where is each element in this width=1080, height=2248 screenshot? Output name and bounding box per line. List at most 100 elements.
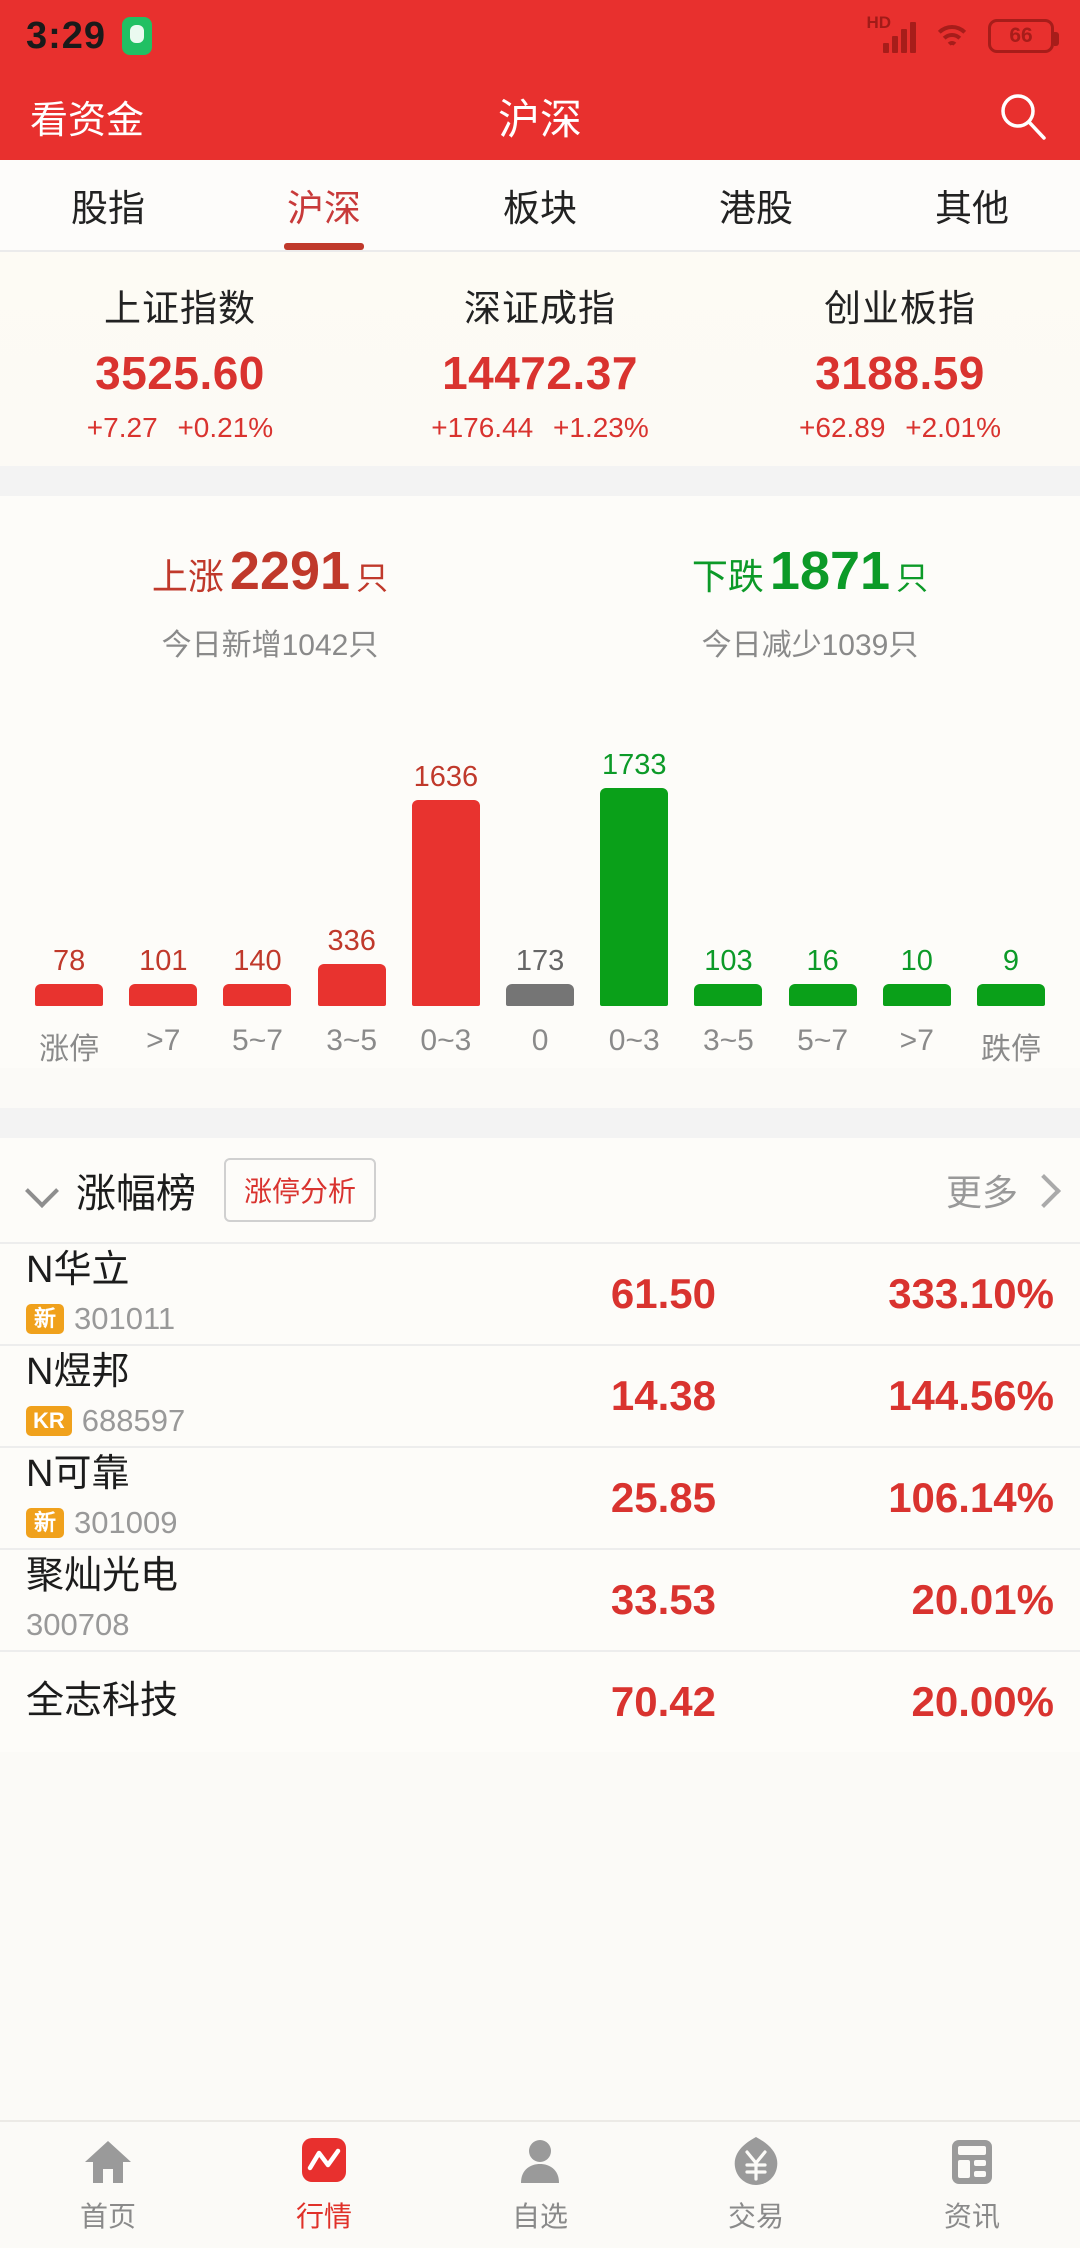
index-change: +62.89 +2.01% xyxy=(720,412,1080,444)
chart-x-label: >7 xyxy=(146,1024,181,1057)
wifi-icon xyxy=(932,21,972,53)
index-change-pct: +2.01% xyxy=(905,412,1001,443)
stock-row[interactable]: N可靠新 301009 25.85 106.14% xyxy=(0,1448,1080,1548)
nav-item-quotes[interactable]: 行情 xyxy=(216,2135,432,2235)
stock-row[interactable]: N煜邦 KR 688597 14.38 144.56% xyxy=(0,1346,1080,1446)
chart-x-label: 涨停 xyxy=(39,1033,100,1066)
home-icon xyxy=(85,2141,131,2183)
chart-x-axis: 涨停 >7 5~7 3~5 0~3 0 0~3 3~5 5~7 >7 跌停 xyxy=(0,1024,1080,1068)
stock-identity: N可靠新 301009 xyxy=(26,1454,456,1541)
chart-bar-value: 140 xyxy=(233,945,282,977)
chart-bar-group: 1636 xyxy=(399,706,493,1006)
tab-bankuai[interactable]: 板块 xyxy=(432,160,648,250)
breadth-distribution-chart: 78 101 140 336 1636 173 1733 103 16 10 9 xyxy=(0,706,1080,1006)
nav-item-home[interactable]: 首页 xyxy=(0,2135,216,2235)
status-time: 3:29 xyxy=(26,14,107,57)
nav-item-watchlist[interactable]: 自选 xyxy=(432,2135,648,2235)
chart-bar-value: 336 xyxy=(327,925,376,957)
index-change-abs: +62.89 xyxy=(799,412,886,443)
stock-meta: 新 301011 xyxy=(26,1301,456,1337)
chart-bar xyxy=(506,984,575,1006)
stock-price: 33.53 xyxy=(610,1576,716,1623)
stock-change-percent: 106.14% xyxy=(888,1474,1054,1521)
index-name: 深证成指 xyxy=(464,288,616,329)
index-card-chinext[interactable]: 创业板指 3188.59 +62.89 +2.01% xyxy=(720,278,1080,444)
stock-name: N华立 xyxy=(26,1249,130,1292)
nav-label: 首页 xyxy=(79,2201,136,2232)
nav-label: 自选 xyxy=(511,2201,568,2232)
index-change-pct: +0.21% xyxy=(177,412,274,443)
stock-change-percent: 20.00% xyxy=(911,1678,1054,1725)
chart-x-label: 0~3 xyxy=(420,1024,472,1057)
index-value: 3188.59 xyxy=(815,347,985,399)
more-link[interactable]: 更多 xyxy=(946,1164,1054,1216)
chart-bar-group: 140 xyxy=(210,706,304,1006)
chart-bar xyxy=(694,984,763,1006)
status-icons: HD 66 xyxy=(858,14,1059,53)
stock-meta: KR 688597 xyxy=(26,1403,456,1439)
stock-row[interactable]: N华立新 301011 61.50 333.10% xyxy=(0,1244,1080,1344)
tab-guzhi[interactable]: 股指 xyxy=(0,160,216,250)
chart-x-label: 5~7 xyxy=(232,1024,283,1057)
chart-bar xyxy=(35,984,104,1006)
decliners-sub: 今日减少1039只 xyxy=(701,629,919,662)
chart-bar-value: 16 xyxy=(806,945,839,977)
tab-hushen[interactable]: 沪深 xyxy=(216,160,432,250)
chart-x-label: 3~5 xyxy=(702,1024,754,1057)
stock-badge: 新 xyxy=(26,1303,64,1335)
advancers-summary: 上涨 2291 只 今日新增1042只 xyxy=(0,544,540,664)
section-divider xyxy=(0,466,1080,496)
chart-bar-group: 101 xyxy=(116,706,210,1006)
stock-row[interactable]: 全志科技 70.42 20.00% xyxy=(0,1652,1080,1752)
news-icon xyxy=(952,2140,992,2184)
chevron-down-icon[interactable] xyxy=(26,1173,60,1207)
more-label: 更多 xyxy=(945,1172,1018,1213)
advancers-sub: 今日新增1042只 xyxy=(161,629,379,662)
stock-code: 301009 xyxy=(74,1504,178,1540)
chart-bar-group: 16 xyxy=(776,706,870,1006)
nav-item-trade[interactable]: 交易 xyxy=(648,2135,864,2235)
chart-bar-value: 78 xyxy=(52,945,86,977)
decliners-label: 下跌 xyxy=(691,556,764,597)
app-header: 看资金 沪深 xyxy=(0,72,1080,160)
index-change-abs: +7.27 xyxy=(86,412,158,443)
index-change: +176.44 +1.23% xyxy=(360,412,720,444)
index-name: 上证指数 xyxy=(104,288,256,329)
chart-bar-value: 10 xyxy=(900,945,933,977)
limit-up-analysis-button[interactable]: 涨停分析 xyxy=(224,1158,377,1222)
stock-row[interactable]: 聚灿光电 300708 33.53 20.01% xyxy=(0,1550,1080,1650)
advancers-unit: 只 xyxy=(356,560,389,596)
tab-qita[interactable]: 其他 xyxy=(864,160,1080,250)
index-change-abs: +176.44 xyxy=(431,412,534,443)
search-icon[interactable] xyxy=(994,88,1050,144)
stock-price: 61.50 xyxy=(610,1270,716,1317)
stock-code: 688597 xyxy=(81,1402,186,1438)
battery-icon: 66 xyxy=(988,19,1059,53)
index-change-pct: +1.23% xyxy=(553,412,649,443)
chart-bar xyxy=(411,800,480,1006)
index-value: 14472.37 xyxy=(442,347,638,399)
nav-label: 资讯 xyxy=(943,2201,1000,2232)
chart-x-label: 3~5 xyxy=(326,1024,378,1057)
chart-bar-group: 78 xyxy=(22,706,116,1006)
index-summary: 上证指数 3525.60 +7.27 +0.21% 深证成指 14472.37 … xyxy=(0,252,1080,466)
index-value: 3525.60 xyxy=(95,347,265,399)
chart-bar-group: 9 xyxy=(964,706,1058,1006)
nav-item-news[interactable]: 资讯 xyxy=(864,2135,1080,2235)
capital-flow-button[interactable]: 看资金 xyxy=(30,89,144,144)
stock-price: 70.42 xyxy=(610,1678,716,1725)
category-tabs: 股指 沪深 板块 港股 其他 xyxy=(0,160,1080,252)
chart-bar-group: 173 xyxy=(493,706,587,1006)
chart-x-label: >7 xyxy=(899,1024,934,1057)
yen-icon xyxy=(734,2137,778,2185)
tab-ganggu[interactable]: 港股 xyxy=(648,160,864,250)
index-card-shenzhen[interactable]: 深证成指 14472.37 +176.44 +1.23% xyxy=(360,278,720,444)
chart-bar-group: 336 xyxy=(305,706,399,1006)
gainers-title: 涨幅榜 xyxy=(76,1172,196,1216)
stock-meta: 新 301009 xyxy=(26,1505,456,1541)
stock-badge: 新 xyxy=(26,1507,64,1539)
chart-bar xyxy=(129,984,198,1006)
index-card-shanghai[interactable]: 上证指数 3525.60 +7.27 +0.21% xyxy=(0,278,360,444)
stock-identity: N煜邦 KR 688597 xyxy=(26,1352,456,1439)
chevron-right-icon xyxy=(1032,1179,1054,1201)
